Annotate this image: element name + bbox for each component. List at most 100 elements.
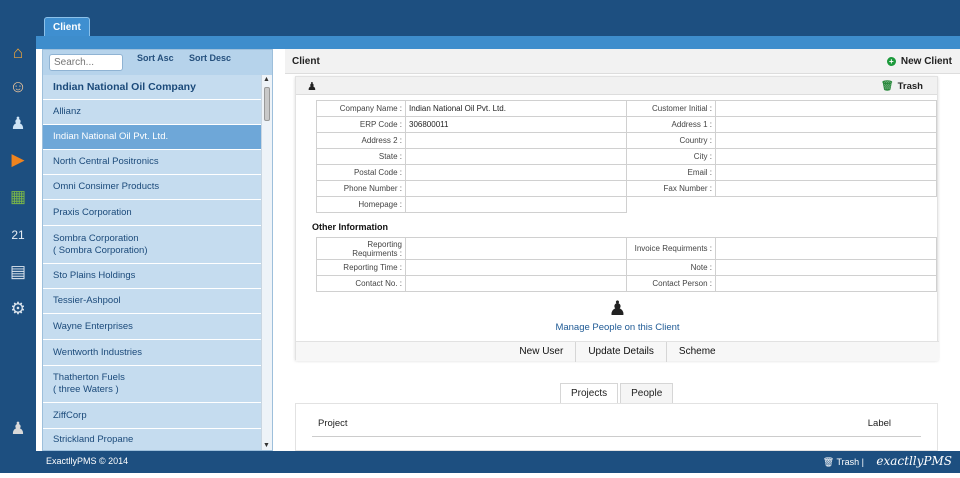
sort-asc-button[interactable]: Sort Asc bbox=[137, 53, 174, 63]
list-item-sublabel: ( three Waters ) bbox=[53, 384, 119, 395]
detail-tabs: Projects People bbox=[560, 383, 675, 403]
plus-icon: + bbox=[886, 57, 896, 66]
footer-trash-link[interactable]: 🗑 Trash | bbox=[823, 457, 864, 468]
reporting-requirements-field[interactable] bbox=[405, 237, 627, 260]
field-label: Address 1 : bbox=[626, 116, 716, 133]
footer: ExactllyPMS © 2014 🗑 Trash | exactllyPMS bbox=[0, 451, 960, 473]
list-item[interactable]: Indian National Oil Company bbox=[43, 75, 262, 100]
address2-field[interactable] bbox=[405, 132, 627, 149]
address1-field[interactable] bbox=[715, 116, 937, 133]
trash-label: Trash bbox=[897, 81, 923, 92]
field-label: Email : bbox=[626, 164, 716, 181]
invoice-requirements-field[interactable] bbox=[715, 237, 937, 260]
list-item-label: Sombra Corporation bbox=[53, 232, 139, 244]
field-label: ERP Code : bbox=[316, 116, 406, 133]
card-actions: New User Update Details Scheme bbox=[296, 341, 939, 362]
scroll-thumb[interactable] bbox=[264, 87, 270, 121]
list-item-label: Thatherton Fuels bbox=[53, 372, 125, 383]
list-item[interactable]: Indian National Oil Pvt. Ltd. bbox=[43, 125, 262, 150]
field-label: Postal Code : bbox=[316, 164, 406, 181]
divider bbox=[312, 436, 921, 437]
tab-client[interactable]: Client bbox=[44, 17, 90, 36]
client-form: Company Name : Indian National Oil Pvt. L… bbox=[316, 100, 937, 213]
users-icon[interactable]: ☺ bbox=[7, 76, 29, 98]
new-client-button[interactable]: + New Client bbox=[886, 56, 952, 67]
card-toolbar: ♟ 🗑 Trash bbox=[296, 77, 937, 95]
sort-desc-button[interactable]: Sort Desc bbox=[189, 53, 231, 63]
list-item[interactable]: ZiffCorp bbox=[43, 403, 262, 429]
icon-rail: ⌂ ☺ ♟ ▶ ▦ 21 ▤ ⚙ ♟ bbox=[0, 36, 36, 452]
client-list: Indian National Oil Company Allianz Indi… bbox=[43, 75, 262, 450]
reporting-time-field[interactable] bbox=[405, 259, 627, 276]
client-icon[interactable]: ♟ bbox=[7, 113, 29, 135]
email-field[interactable] bbox=[715, 164, 937, 181]
list-item[interactable]: Sombra Corporation( Sombra Corporation) bbox=[43, 226, 262, 264]
list-item[interactable]: Sto Plains Holdings bbox=[43, 264, 262, 289]
field-label: City : bbox=[626, 148, 716, 165]
field-label: Homepage : bbox=[316, 196, 406, 213]
settings-icon[interactable]: ⚙ bbox=[7, 298, 29, 320]
contact-no-field[interactable] bbox=[405, 275, 627, 292]
company-name-field[interactable]: Indian National Oil Pvt. Ltd. bbox=[405, 100, 627, 117]
list-item[interactable]: Wentworth Industries bbox=[43, 340, 262, 366]
column-header-label[interactable]: Label bbox=[868, 418, 891, 429]
search-input[interactable] bbox=[49, 54, 123, 71]
list-item[interactable]: Allianz bbox=[43, 100, 262, 125]
list-item-label: Praxis Corporation bbox=[53, 206, 132, 218]
list-item[interactable]: Praxis Corporation bbox=[43, 200, 262, 226]
documents-icon[interactable]: ▤ bbox=[7, 261, 29, 283]
customer-initial-field[interactable] bbox=[715, 100, 937, 117]
field-label: Fax Number : bbox=[626, 180, 716, 197]
trash-button[interactable]: 🗑 Trash bbox=[881, 81, 923, 92]
list-item[interactable]: Wayne Enterprises bbox=[43, 314, 262, 340]
header-strip bbox=[36, 36, 960, 49]
field-label: Phone Number : bbox=[316, 180, 406, 197]
manage-people-link[interactable]: Manage People on this Client bbox=[296, 322, 939, 333]
erp-code-field[interactable]: 306800011 bbox=[405, 116, 627, 133]
field-label: State : bbox=[316, 148, 406, 165]
projects-icon[interactable]: ▶ bbox=[7, 149, 29, 171]
list-item[interactable]: Thatherton Fuels( three Waters ) bbox=[43, 366, 262, 403]
field-label: Reporting Time : bbox=[316, 259, 406, 276]
field-label: Note : bbox=[626, 259, 716, 276]
note-field[interactable] bbox=[715, 259, 937, 276]
calendar-icon[interactable]: 21 bbox=[7, 224, 29, 246]
phone-number-field[interactable] bbox=[405, 180, 627, 197]
field-label: Company Name : bbox=[316, 100, 406, 117]
list-toolbar: Sort Asc Sort Desc bbox=[43, 50, 272, 75]
list-item-label: Strickland Propane bbox=[53, 434, 134, 445]
list-item[interactable]: Strickland Propane bbox=[43, 429, 262, 450]
city-field[interactable] bbox=[715, 148, 937, 165]
brand-logo: exactllyPMS bbox=[876, 454, 952, 468]
people-icon[interactable]: ♟ bbox=[296, 299, 939, 319]
new-user-button[interactable]: New User bbox=[507, 341, 577, 362]
list-item[interactable]: Omni Consimer Products bbox=[43, 175, 262, 200]
other-information-title: Other Information bbox=[312, 222, 388, 232]
postal-code-field[interactable] bbox=[405, 164, 627, 181]
new-client-label: New Client bbox=[900, 56, 952, 67]
scroll-down-icon[interactable]: ▼ bbox=[263, 442, 270, 449]
list-scrollbar[interactable]: ▲ ▼ bbox=[261, 75, 272, 450]
list-item-label: Indian National Oil Company bbox=[53, 81, 196, 93]
homepage-field[interactable] bbox=[405, 196, 627, 213]
fax-number-field[interactable] bbox=[715, 180, 937, 197]
copyright: ExactllyPMS © 2014 bbox=[46, 456, 129, 466]
list-item[interactable]: North Central Positronics bbox=[43, 150, 262, 175]
client-list-panel: Sort Asc Sort Desc Indian National Oil C… bbox=[42, 49, 273, 451]
contact-person-field[interactable] bbox=[715, 275, 937, 292]
list-item[interactable]: Tessier-Ashpool bbox=[43, 289, 262, 314]
tab-people[interactable]: People bbox=[620, 383, 674, 403]
person-icon: ♟ bbox=[307, 81, 317, 93]
home-icon[interactable]: ⌂ bbox=[7, 42, 29, 64]
scheme-button[interactable]: Scheme bbox=[667, 342, 728, 362]
update-details-button[interactable]: Update Details bbox=[576, 341, 667, 362]
country-field[interactable] bbox=[715, 132, 937, 149]
state-field[interactable] bbox=[405, 148, 627, 165]
top-bar: Client bbox=[0, 0, 960, 36]
profile-icon[interactable]: ♟ bbox=[7, 418, 29, 440]
field-label: Country : bbox=[626, 132, 716, 149]
tab-projects[interactable]: Projects bbox=[560, 383, 619, 403]
column-header-project[interactable]: Project bbox=[318, 418, 348, 429]
reports-icon[interactable]: ▦ bbox=[7, 186, 29, 208]
scroll-up-icon[interactable]: ▲ bbox=[263, 76, 270, 83]
